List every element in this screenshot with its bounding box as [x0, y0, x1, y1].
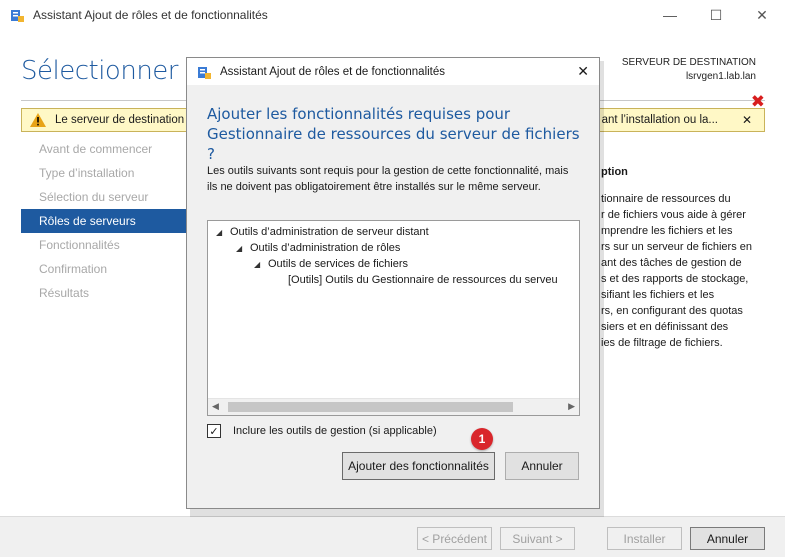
- nav-item-avant-de-commencer[interactable]: Avant de commencer: [21, 137, 186, 161]
- window-titlebar: Assistant Ajout de rôles et de fonctionn…: [0, 0, 785, 30]
- destination-server: SERVEUR DE DESTINATION lsrvgen1.lab.lan: [622, 56, 756, 84]
- next-button[interactable]: Suivant >: [500, 527, 575, 550]
- wizard-nav: Avant de commencer Type d’installation S…: [21, 137, 186, 305]
- add-features-button[interactable]: Ajouter des fonctionnalités: [342, 452, 495, 480]
- tree-node[interactable]: ◢ Outils d’administration de serveur dis…: [216, 226, 429, 238]
- nav-item-selection-serveur[interactable]: Sélection du serveur: [21, 185, 186, 209]
- expanded-triangle-icon[interactable]: ◢: [216, 228, 225, 237]
- server-manager-icon: [9, 7, 25, 23]
- expanded-triangle-icon[interactable]: ◢: [254, 260, 263, 269]
- step-number-badge: 1: [471, 428, 493, 450]
- wizard-footer: < Précédent Suivant > Installer Annuler: [0, 516, 785, 557]
- window-title: Assistant Ajout de rôles et de fonctionn…: [33, 8, 268, 22]
- include-tools-label: Inclure les outils de gestion (si applic…: [233, 425, 437, 437]
- tree-node[interactable]: [Outils] Outils du Gestionnaire de resso…: [288, 274, 558, 286]
- destination-server-name: lsrvgen1.lab.lan: [685, 71, 756, 82]
- scrollbar-thumb[interactable]: [228, 402, 513, 412]
- tree-node-label: Outils de services de fichiers: [268, 258, 408, 270]
- install-button[interactable]: Installer: [607, 527, 682, 550]
- dialog-heading: Ajouter les fonctionnalités requises pou…: [207, 105, 580, 163]
- scroll-right-icon[interactable]: ▶: [568, 401, 575, 412]
- maximize-icon[interactable]: ☐: [693, 0, 739, 30]
- nav-item-fonctionnalites[interactable]: Fonctionnalités: [21, 233, 186, 257]
- tree-node-label: Outils d’administration de serveur dista…: [230, 226, 429, 238]
- cancel-button[interactable]: Annuler: [690, 527, 765, 550]
- dialog-close-icon[interactable]: ✕: [577, 63, 589, 80]
- warning-text: Le serveur de destination: [55, 114, 185, 126]
- nav-item-type-installation[interactable]: Type d’installation: [21, 161, 186, 185]
- dialog-titlebar: Assistant Ajout de rôles et de fonctionn…: [187, 58, 599, 85]
- nav-item-resultats[interactable]: Résultats: [21, 281, 186, 305]
- tree-node-label: Outils d’administration de rôles: [250, 242, 401, 254]
- nav-item-roles-serveurs[interactable]: Rôles de serveurs: [21, 209, 186, 233]
- warning-close-icon[interactable]: ✕: [742, 113, 752, 127]
- warning-icon: [30, 113, 46, 127]
- window-controls: — ☐ ✕: [647, 0, 785, 30]
- horizontal-scrollbar[interactable]: ◀ ▶: [208, 398, 579, 415]
- scroll-left-icon[interactable]: ◀: [212, 401, 219, 412]
- destination-label: SERVEUR DE DESTINATION: [621, 57, 756, 68]
- tree-node-label: [Outils] Outils du Gestionnaire de resso…: [288, 274, 558, 286]
- tree-node[interactable]: ◢ Outils de services de fichiers: [254, 258, 408, 270]
- minimize-icon[interactable]: —: [647, 0, 693, 30]
- dialog-cancel-button[interactable]: Annuler: [505, 452, 579, 480]
- close-icon[interactable]: ✕: [739, 0, 785, 30]
- previous-button[interactable]: < Précédent: [417, 527, 492, 550]
- tree-node[interactable]: ◢ Outils d’administration de rôles: [236, 242, 400, 254]
- dialog-title: Assistant Ajout de rôles et de fonctionn…: [220, 65, 446, 78]
- nav-item-confirmation[interactable]: Confirmation: [21, 257, 186, 281]
- include-tools-checkbox[interactable]: ✓: [207, 424, 221, 438]
- server-manager-icon: [196, 64, 212, 80]
- expanded-triangle-icon[interactable]: ◢: [236, 244, 245, 253]
- description-title: ption: [601, 166, 628, 178]
- warning-text-continued: ant l’installation ou la...: [601, 114, 718, 126]
- add-features-dialog: Assistant Ajout de rôles et de fonctionn…: [186, 57, 600, 509]
- dialog-description: Les outils suivants sont requis pour la …: [207, 165, 569, 193]
- description-text: tionnaire de ressources du r de fichiers…: [601, 193, 753, 349]
- required-features-tree: ◢ Outils d’administration de serveur dis…: [207, 220, 580, 416]
